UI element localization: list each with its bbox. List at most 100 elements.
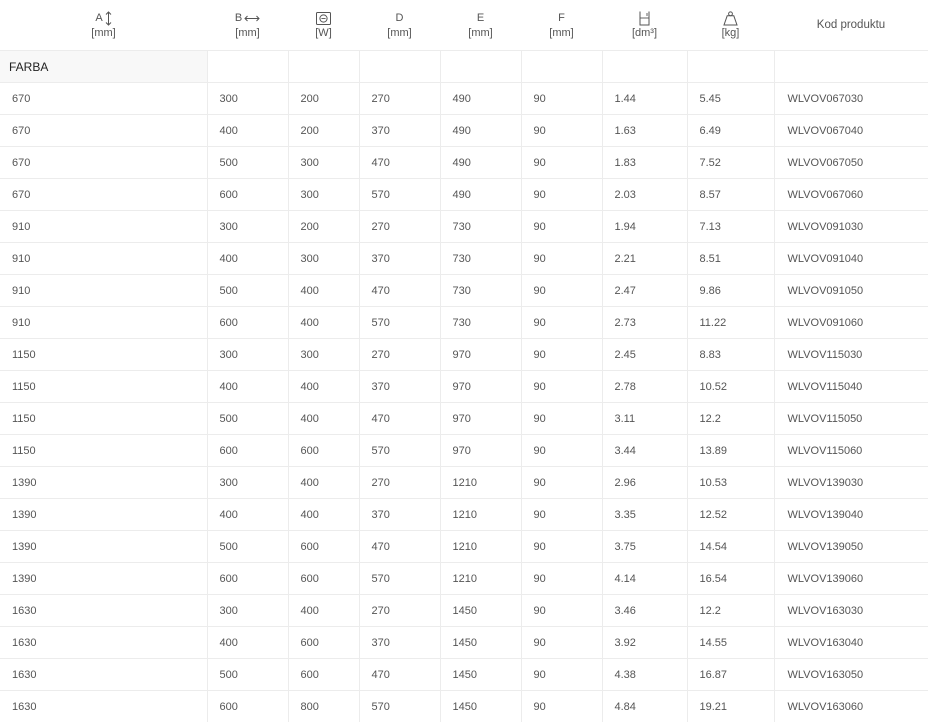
- cell-product-code: WLVOV163050: [774, 659, 928, 691]
- cell-power: 400: [288, 595, 359, 627]
- cell-weight: 12.52: [687, 499, 774, 531]
- cell-power: 400: [288, 467, 359, 499]
- cell-volume: 2.21: [602, 243, 687, 275]
- cell-d: 270: [359, 83, 440, 115]
- cell-b: 600: [207, 691, 288, 722]
- cell-volume: 2.47: [602, 275, 687, 307]
- cell-volume: 2.78: [602, 371, 687, 403]
- cell-e: 1450: [440, 691, 521, 722]
- cell-volume: 3.75: [602, 531, 687, 563]
- cell-f: 90: [521, 467, 602, 499]
- cell-product-code: WLVOV067060: [774, 179, 928, 211]
- cell-f: 90: [521, 499, 602, 531]
- cell-b: 600: [207, 563, 288, 595]
- cell-f: 90: [521, 83, 602, 115]
- cell-b: 400: [207, 499, 288, 531]
- cell-b: 600: [207, 435, 288, 467]
- cell-volume: 1.83: [602, 147, 687, 179]
- column-header-d-label: D: [396, 11, 404, 25]
- column-header-a: A [mm]: [0, 0, 207, 51]
- cell-a: 1150: [0, 339, 207, 371]
- cell-volume: 2.03: [602, 179, 687, 211]
- cell-power: 400: [288, 307, 359, 339]
- cell-power: 600: [288, 435, 359, 467]
- cell-d: 470: [359, 147, 440, 179]
- cell-power: 600: [288, 563, 359, 595]
- cell-power: 200: [288, 83, 359, 115]
- cell-power: 400: [288, 371, 359, 403]
- cell-product-code: WLVOV091040: [774, 243, 928, 275]
- cell-product-code: WLVOV163040: [774, 627, 928, 659]
- cell-weight: 8.57: [687, 179, 774, 211]
- cell-e: 1450: [440, 595, 521, 627]
- weight-icon: [723, 11, 738, 26]
- cell-a: 910: [0, 307, 207, 339]
- section-cell: [521, 51, 602, 83]
- cell-product-code: WLVOV091050: [774, 275, 928, 307]
- cell-b: 400: [207, 243, 288, 275]
- cell-d: 270: [359, 467, 440, 499]
- cell-product-code: WLVOV115050: [774, 403, 928, 435]
- cell-d: 370: [359, 115, 440, 147]
- cell-d: 570: [359, 691, 440, 722]
- cell-a: 1390: [0, 531, 207, 563]
- cell-volume: 2.73: [602, 307, 687, 339]
- table-row: 1150400400370970902.7810.52WLVOV115040: [0, 371, 928, 403]
- cell-volume: 4.84: [602, 691, 687, 722]
- cell-volume: 1.44: [602, 83, 687, 115]
- cell-b: 500: [207, 659, 288, 691]
- column-header-volume: [dm³]: [602, 0, 687, 51]
- vertical-arrow-icon: [105, 11, 112, 26]
- cell-f: 90: [521, 147, 602, 179]
- cell-a: 1390: [0, 563, 207, 595]
- cell-weight: 16.87: [687, 659, 774, 691]
- cell-f: 90: [521, 435, 602, 467]
- cell-b: 300: [207, 467, 288, 499]
- cell-volume: 3.44: [602, 435, 687, 467]
- cell-e: 490: [440, 115, 521, 147]
- table-row: 670500300470490901.837.52WLVOV067050: [0, 147, 928, 179]
- cell-d: 570: [359, 435, 440, 467]
- cell-power: 200: [288, 211, 359, 243]
- cell-b: 300: [207, 595, 288, 627]
- cell-power: 400: [288, 499, 359, 531]
- cell-f: 90: [521, 595, 602, 627]
- cell-a: 1630: [0, 659, 207, 691]
- cell-a: 670: [0, 179, 207, 211]
- cell-volume: 1.94: [602, 211, 687, 243]
- cell-a: 670: [0, 147, 207, 179]
- section-cell: [774, 51, 928, 83]
- cell-a: 670: [0, 115, 207, 147]
- cell-e: 1450: [440, 659, 521, 691]
- horizontal-arrow-icon: [244, 15, 260, 22]
- cell-d: 570: [359, 179, 440, 211]
- cell-b: 500: [207, 275, 288, 307]
- table-row: 910400300370730902.218.51WLVOV091040: [0, 243, 928, 275]
- cell-e: 490: [440, 179, 521, 211]
- cell-d: 270: [359, 339, 440, 371]
- column-header-a-label: A: [95, 11, 102, 25]
- volume-icon: [638, 11, 651, 26]
- section-row: FARBA: [0, 51, 928, 83]
- column-header-b: B [mm]: [207, 0, 288, 51]
- cell-f: 90: [521, 179, 602, 211]
- cell-b: 300: [207, 211, 288, 243]
- column-header-b-unit: [mm]: [207, 26, 288, 40]
- cell-weight: 13.89: [687, 435, 774, 467]
- cell-e: 730: [440, 243, 521, 275]
- cell-e: 1210: [440, 563, 521, 595]
- cell-weight: 8.51: [687, 243, 774, 275]
- cell-a: 1390: [0, 467, 207, 499]
- table-row: 16304006003701450903.9214.55WLVOV163040: [0, 627, 928, 659]
- cell-f: 90: [521, 659, 602, 691]
- cell-product-code: WLVOV163060: [774, 691, 928, 722]
- cell-e: 1450: [440, 627, 521, 659]
- cell-power: 300: [288, 339, 359, 371]
- cell-a: 910: [0, 211, 207, 243]
- cell-weight: 8.83: [687, 339, 774, 371]
- cell-e: 970: [440, 403, 521, 435]
- cell-e: 970: [440, 435, 521, 467]
- section-label: FARBA: [0, 51, 207, 83]
- cell-a: 1150: [0, 371, 207, 403]
- column-header-product-code: Kod produktu: [774, 0, 928, 51]
